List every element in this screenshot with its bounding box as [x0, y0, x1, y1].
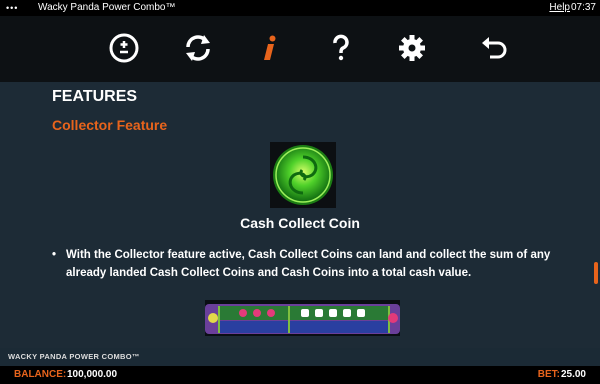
back-arrow-icon	[482, 37, 507, 59]
autoplay-refresh-icon	[186, 35, 210, 61]
cash-collect-coin-image	[270, 142, 336, 208]
bet-adjust-button[interactable]	[104, 28, 144, 68]
features-heading: FEATURES	[52, 88, 138, 105]
bet-label: BET:	[537, 369, 560, 380]
help-link[interactable]: Help	[549, 0, 570, 16]
autoplay-button[interactable]	[178, 28, 218, 68]
clock: 07:37	[570, 2, 596, 13]
status-bar: BALANCE: 100,000.00 BET: 25.00	[0, 366, 600, 384]
balance-label: BALANCE:	[14, 369, 67, 380]
feature-description-text: With the Collector feature active, Cash …	[66, 249, 551, 279]
scrollbar-thumb[interactable]	[594, 262, 598, 284]
plus-minus-icon	[109, 33, 139, 63]
reel-strip-illustration	[205, 304, 400, 334]
feature-description: • With the Collector feature active, Cas…	[52, 246, 562, 282]
cash-collect-coin-icon	[273, 145, 333, 205]
balance-value: 100,000.00	[67, 369, 118, 380]
window-title: Wacky Panda Power Combo™	[38, 2, 176, 13]
help-question-icon	[333, 34, 349, 61]
back-button[interactable]	[474, 28, 514, 68]
bullet-icon: •	[52, 249, 57, 261]
help-button[interactable]	[321, 28, 361, 68]
toolbar	[0, 16, 600, 82]
collector-feature-heading: Collector Feature	[52, 117, 168, 133]
title-bar: ••• Wacky Panda Power Combo™ Help 07:37	[0, 0, 600, 16]
bet-value: 25.00	[560, 369, 586, 380]
reel-strip-image	[205, 300, 400, 336]
coin-caption: Cash Collect Coin	[240, 215, 360, 231]
game-brand-label: WACKY PANDA POWER COMBO™	[8, 352, 140, 361]
info-icon	[264, 35, 276, 60]
settings-gear-icon	[399, 35, 425, 61]
menu-dots-icon[interactable]: •••	[6, 0, 18, 16]
info-button[interactable]	[250, 28, 290, 68]
settings-button[interactable]	[392, 28, 432, 68]
